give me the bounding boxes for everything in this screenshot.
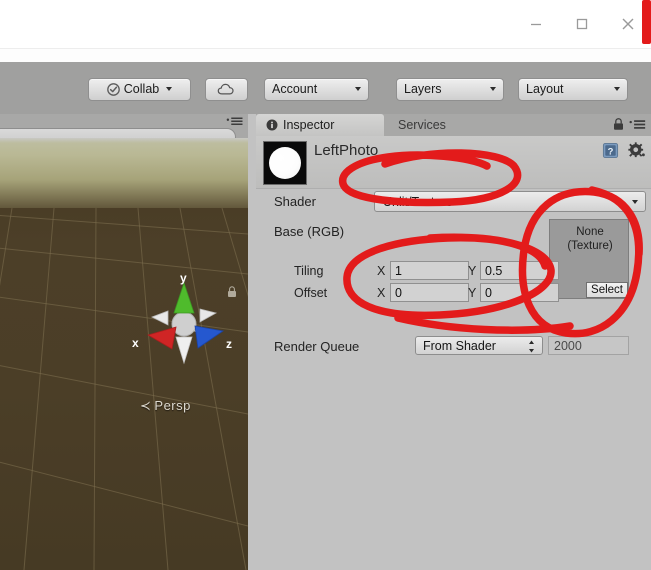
annotation-edge-mark [642, 0, 651, 44]
scene-lock-icon [228, 286, 236, 297]
svg-text:?: ? [608, 146, 614, 157]
texture-select-button[interactable]: Select [586, 282, 628, 298]
offset-x-input[interactable]: 0 [390, 283, 469, 302]
scene-view-mode[interactable]: ≺ Persp [140, 398, 191, 414]
scene-orientation-gizmo[interactable]: y x z [128, 269, 240, 381]
collab-label: Collab [123, 82, 160, 96]
title-bar-underline [0, 48, 651, 63]
tiling-x-input[interactable]: 1 [390, 261, 469, 280]
tab-services-label: Services [398, 118, 446, 132]
chevron-down-icon [490, 87, 496, 91]
chevron-down-icon [166, 87, 173, 91]
help-book-icon[interactable]: ? [602, 142, 619, 159]
perspective-grid [0, 208, 248, 570]
offset-label: Offset [294, 286, 328, 300]
os-title-bar [0, 0, 651, 63]
render-queue-value[interactable]: 2000 [548, 336, 629, 355]
tiling-label: Tiling [294, 264, 324, 278]
tiling-y-axis-label: Y [468, 264, 477, 278]
tab-inspector[interactable]: Inspector [256, 114, 384, 136]
tiling-y-input[interactable]: 0.5 [480, 261, 559, 280]
chevron-down-icon [632, 200, 638, 204]
gizmo-axis-y-label: y [180, 271, 187, 285]
base-rgb-label: Base (RGB) [274, 224, 345, 239]
shader-dropdown[interactable]: Unlit/Texture [374, 191, 646, 212]
layers-button[interactable]: Layers [396, 77, 504, 101]
shader-row: Shader Unlit/Texture [256, 191, 651, 213]
tab-inspector-label: Inspector [283, 118, 335, 132]
tab-services[interactable]: Services [388, 114, 498, 136]
inspector-tab-bar: Inspector Services [256, 114, 651, 136]
collab-button[interactable]: Collab [88, 77, 191, 101]
offset-x-axis-label: X [377, 286, 386, 300]
collab-check-icon [106, 82, 120, 96]
pane-divider[interactable] [248, 114, 256, 570]
maximize-button[interactable] [559, 0, 605, 48]
render-queue-mode: From Shader [423, 338, 496, 353]
window-controls [513, 0, 651, 48]
unity-toolbar: Collab Account Layers Layout [0, 62, 651, 115]
material-name: LeftPhoto [314, 142, 379, 159]
account-label: Account [272, 82, 318, 96]
inspector-panel: Inspector Services LeftPhoto ? Shader Un… [256, 114, 651, 570]
offset-y-axis-label: Y [468, 286, 477, 300]
inspector-body: LeftPhoto ? Shader Unlit/Texture Base (R… [256, 136, 651, 570]
toolbar-row: Collab Account Layers Layout [0, 76, 651, 102]
texture-slot-empty-label: None (Texture) [550, 225, 630, 253]
chevron-down-icon [614, 87, 620, 91]
layout-button[interactable]: Layout [518, 77, 628, 101]
shader-label: Shader [274, 194, 316, 209]
material-header-actions: ? [602, 142, 645, 159]
gizmo-axis-z-label: z [226, 337, 232, 351]
scene-sky [0, 138, 248, 210]
material-preview-thumbnail[interactable] [263, 141, 307, 185]
unity-editor-window: Collab Account Layers Layout y x z ≺ Per… [0, 0, 651, 570]
layout-label: Layout [526, 82, 564, 96]
scene-view[interactable]: y x z ≺ Persp [0, 114, 248, 570]
chevron-down-icon [355, 87, 361, 91]
info-icon [266, 119, 278, 131]
material-preview-sphere [269, 147, 301, 179]
inspector-tab-actions [613, 118, 646, 131]
tiling-x-axis-label: X [377, 264, 386, 278]
cloud-icon [217, 83, 234, 95]
render-queue-dropdown[interactable]: From Shader [415, 336, 543, 355]
inspector-menu-icon[interactable] [629, 119, 646, 130]
shader-value: Unlit/Texture [383, 194, 453, 209]
account-button[interactable]: Account [264, 77, 369, 101]
updown-arrows-icon [529, 340, 534, 353]
lock-icon[interactable] [613, 118, 624, 131]
texture-none-line1: None [576, 226, 604, 238]
scene-ground-grid [0, 208, 248, 570]
offset-y-input[interactable]: 0 [480, 283, 559, 302]
texture-slot[interactable]: None (Texture) Select [549, 219, 629, 299]
scene-options-menu-icon[interactable] [226, 116, 244, 128]
material-header: LeftPhoto ? [256, 136, 651, 189]
persp-label: Persp [154, 398, 191, 413]
cloud-button[interactable] [205, 77, 248, 101]
gizmo-axis-x-label: x [132, 336, 139, 350]
persp-arrow-icon: ≺ [140, 398, 152, 413]
minimize-button[interactable] [513, 0, 559, 48]
texture-none-line2: (Texture) [567, 240, 613, 252]
layers-label: Layers [404, 82, 442, 96]
gear-icon[interactable] [628, 142, 645, 159]
render-queue-label: Render Queue [274, 339, 360, 354]
